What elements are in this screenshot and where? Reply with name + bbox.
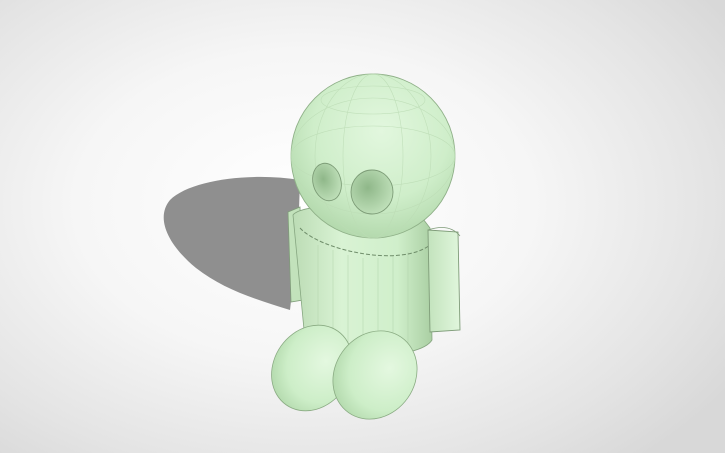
- right-eye-socket: [350, 169, 394, 215]
- model-scene: [163, 73, 461, 420]
- head: [290, 73, 456, 239]
- 3d-viewport[interactable]: [0, 0, 725, 453]
- model-shadow: [163, 176, 300, 310]
- right-arm: [427, 227, 461, 333]
